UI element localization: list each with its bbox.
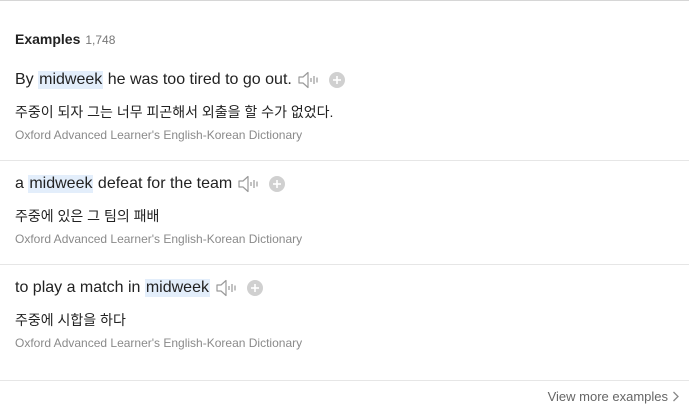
example-sentence: to play a match in midweek xyxy=(15,279,263,297)
highlighted-word: midweek xyxy=(38,71,104,89)
examples-count: 1,748 xyxy=(85,33,116,47)
example-translation: 주중에 시합을 하다 xyxy=(15,312,126,328)
view-more-examples-link[interactable]: View more examples xyxy=(548,389,679,404)
example-sentence: a midweek defeat for the team xyxy=(15,175,286,193)
sentence-text-after: he was too tired to go out. xyxy=(103,71,292,88)
plus-circle-icon[interactable] xyxy=(328,72,345,88)
examples-footer: View more examples xyxy=(0,380,689,409)
examples-list: By midweek he was too tired to go out. 주… xyxy=(0,57,689,361)
example-item: to play a match in midweek 주중에 시합을 하다 Ox… xyxy=(0,265,689,361)
example-translation: 주중이 되자 그는 너무 피곤해서 외출을 할 수가 없었다. xyxy=(15,104,334,120)
highlighted-word: midweek xyxy=(28,175,94,193)
examples-panel: Examples 1,748 By midweek he was too tir… xyxy=(0,0,689,409)
highlighted-word: midweek xyxy=(144,279,210,297)
example-source: Oxford Advanced Learner's English-Korean… xyxy=(15,336,303,350)
sentence-text-before: By xyxy=(15,71,39,88)
example-source: Oxford Advanced Learner's English-Korean… xyxy=(15,128,303,142)
sentence-text-before: a xyxy=(15,175,29,192)
sentence-text-after: defeat for the team xyxy=(93,175,233,192)
example-sentence: By midweek he was too tired to go out. xyxy=(15,71,345,89)
view-more-label: View more examples xyxy=(547,389,668,404)
example-source: Oxford Advanced Learner's English-Korean… xyxy=(15,232,303,246)
sentence-text-before: to play a match in xyxy=(15,279,145,296)
speaker-icon[interactable] xyxy=(238,175,260,193)
speaker-icon[interactable] xyxy=(216,279,238,297)
example-translation: 주중에 있은 그 팀의 패배 xyxy=(15,208,160,224)
plus-circle-icon[interactable] xyxy=(269,176,286,192)
plus-circle-icon[interactable] xyxy=(246,280,263,296)
example-item: By midweek he was too tired to go out. 주… xyxy=(0,57,689,161)
speaker-icon[interactable] xyxy=(298,71,320,89)
example-item: a midweek defeat for the team 주중에 있은 그 팀… xyxy=(0,161,689,265)
chevron-right-icon xyxy=(673,391,679,402)
examples-header: Examples 1,748 xyxy=(15,31,115,47)
examples-title: Examples xyxy=(15,31,81,47)
